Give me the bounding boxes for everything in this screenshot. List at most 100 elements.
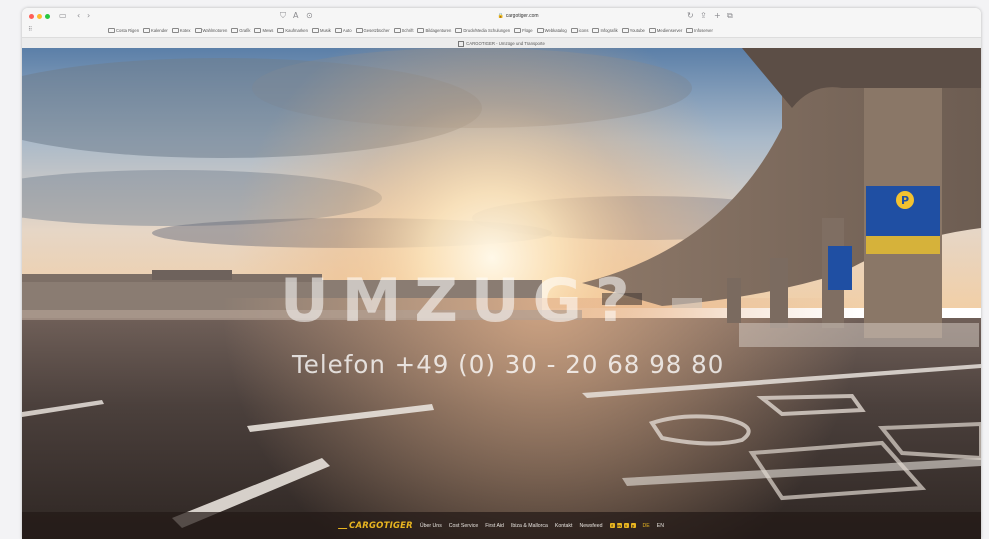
bookmark-label: icons bbox=[578, 28, 589, 33]
nav-item[interactable]: Newsfeed bbox=[579, 523, 602, 529]
bookmark-label: Auto bbox=[342, 28, 352, 33]
back-icon[interactable]: ‹ bbox=[77, 11, 80, 21]
address-bar[interactable]: 🔒 cargotiger.com bbox=[468, 11, 568, 21]
folder-icon bbox=[108, 28, 115, 33]
bookmark-label: Wahlmotoren bbox=[202, 28, 228, 33]
bookmark-item[interactable]: Infografik bbox=[592, 28, 618, 33]
bookmark-label: Grafik bbox=[239, 28, 251, 33]
bookmark-item[interactable]: Auto bbox=[334, 28, 352, 33]
bookmark-item[interactable]: Flüge bbox=[514, 28, 533, 33]
bookmark-label: Kaufmarken bbox=[285, 28, 308, 33]
bookmark-label: Musik bbox=[319, 28, 331, 33]
nav-item[interactable]: First Aid bbox=[485, 523, 504, 529]
new-tab-icon[interactable]: + bbox=[714, 11, 721, 21]
url-text: cargotiger.com bbox=[505, 13, 539, 19]
nav-item[interactable]: Cost Service bbox=[449, 523, 478, 529]
bookmark-item[interactable]: Grafik bbox=[231, 28, 250, 33]
folder-icon bbox=[277, 28, 285, 33]
grid-icon[interactable]: ⠿ bbox=[28, 25, 32, 35]
forward-icon[interactable]: › bbox=[87, 11, 90, 21]
nav-item[interactable]: Ibiza & Mallorca bbox=[511, 523, 548, 529]
folder-icon bbox=[355, 28, 363, 33]
page-content: P UMZUG? Telefon +49 (0) 30 - 20 68 98 8… bbox=[22, 48, 981, 539]
folder-icon bbox=[311, 28, 319, 33]
nav-item[interactable]: Über Uns bbox=[420, 523, 442, 529]
bookmark-item[interactable]: Medienserver bbox=[648, 28, 683, 33]
favicon-icon bbox=[458, 40, 465, 47]
bookmark-label: Webkatalog bbox=[544, 28, 567, 33]
bookmark-label: Flüge bbox=[522, 28, 533, 33]
bookmark-label: Costa Rigen bbox=[116, 28, 140, 33]
folder-icon bbox=[686, 28, 694, 33]
site-footer: CARGOTIGER Über Uns Cost Service First A… bbox=[22, 512, 981, 539]
hero-phone[interactable]: Telefon +49 (0) 30 - 20 68 98 80 bbox=[292, 351, 724, 379]
bookmark-item[interactable]: Youtube bbox=[621, 28, 645, 33]
bookmark-label: Druck/Media Schulungen bbox=[463, 28, 511, 33]
folder-icon bbox=[536, 28, 544, 33]
browser-toolbar: ▭ ‹ › ⛉ A ⊙ 🔒 cargotiger.com ↻ ⇪ + ⧉ bbox=[22, 8, 981, 24]
folder-icon bbox=[592, 28, 600, 33]
bookmarks-bar: ⠿ Costa Rigen Kalender Kotex Wahlmotoren Gra… bbox=[22, 24, 981, 37]
browser-window: ▭ ‹ › ⛉ A ⊙ 🔒 cargotiger.com ↻ ⇪ + ⧉ ⠿ C… bbox=[22, 8, 981, 539]
bookmark-item[interactable]: Kotex bbox=[171, 28, 191, 33]
folder-icon bbox=[143, 28, 151, 33]
folder-icon bbox=[254, 28, 262, 33]
sidebar-icon[interactable]: ▭ bbox=[59, 11, 67, 21]
tiger-logo-icon bbox=[337, 522, 350, 529]
parking-sign-label: P bbox=[901, 194, 909, 207]
bookmark-item[interactable]: Schrift bbox=[393, 28, 413, 33]
hero-title: UMZUG? bbox=[280, 266, 643, 336]
folder-icon bbox=[334, 28, 342, 33]
bookmark-label: Kalender bbox=[151, 28, 168, 33]
nav-item[interactable]: Kontakt bbox=[555, 523, 573, 529]
window-controls bbox=[29, 14, 50, 19]
bookmark-item[interactable]: Bildagenturen bbox=[417, 28, 451, 33]
bookmark-item[interactable]: Costa Rigen bbox=[108, 28, 139, 33]
folder-icon bbox=[648, 28, 656, 33]
shield-icon[interactable]: ⛉ bbox=[280, 11, 286, 21]
youtube-icon[interactable]: y bbox=[630, 523, 636, 528]
social-links: f in t y bbox=[609, 523, 636, 528]
folder-icon bbox=[194, 28, 202, 33]
bookmark-label: Infoserver bbox=[694, 28, 713, 33]
folder-icon bbox=[171, 28, 179, 33]
tab-overview-icon[interactable]: ⧉ bbox=[727, 11, 733, 21]
minimize-window-button[interactable] bbox=[37, 14, 42, 19]
bookmark-item[interactable]: icons bbox=[570, 28, 589, 33]
language-de[interactable]: DE bbox=[643, 523, 650, 529]
bookmark-item[interactable]: Wahlmotoren bbox=[194, 28, 228, 33]
bookmark-label: Medienserver bbox=[656, 28, 683, 33]
bookmark-item[interactable]: Mews bbox=[254, 28, 273, 33]
bookmark-item[interactable]: Musik bbox=[311, 28, 331, 33]
bookmark-label: Kotex bbox=[179, 28, 191, 33]
active-tab[interactable]: CARGOTIGER - Umzüge und Transporte bbox=[458, 40, 545, 47]
close-window-button[interactable] bbox=[29, 14, 34, 19]
translate-icon[interactable]: A bbox=[293, 11, 298, 21]
folder-icon bbox=[455, 28, 463, 33]
bookmark-item[interactable]: Kaufmarken bbox=[277, 28, 308, 33]
linkedin-icon[interactable]: in bbox=[616, 523, 622, 528]
folder-icon bbox=[393, 28, 401, 33]
folder-icon bbox=[417, 28, 425, 33]
share-icon[interactable]: ⇪ bbox=[700, 11, 707, 21]
reload-icon[interactable]: ↻ bbox=[687, 11, 694, 21]
folder-icon bbox=[231, 28, 239, 33]
bookmark-item[interactable]: Kalender bbox=[143, 28, 168, 33]
lock-icon: 🔒 bbox=[497, 13, 504, 19]
bookmark-item[interactable]: Gesetzbücher bbox=[355, 28, 390, 33]
facebook-icon[interactable]: f bbox=[609, 523, 615, 528]
folder-icon bbox=[570, 28, 578, 33]
bookmark-item[interactable]: Infoserver bbox=[686, 28, 713, 33]
folder-icon bbox=[514, 28, 522, 33]
language-en[interactable]: EN bbox=[657, 523, 664, 529]
folder-icon bbox=[621, 28, 629, 33]
bookmark-item[interactable]: Druck/Media Schulungen bbox=[455, 28, 510, 33]
twitter-icon[interactable]: t bbox=[623, 523, 629, 528]
bookmark-item[interactable]: Webkatalog bbox=[536, 28, 567, 33]
bookmark-label: Gesetzbücher bbox=[363, 28, 390, 33]
bookmark-label: Youtube bbox=[629, 28, 645, 33]
extensions-icon[interactable]: ⊙ bbox=[306, 11, 313, 21]
tab-title: CARGOTIGER - Umzüge und Transporte bbox=[466, 41, 545, 46]
zoom-window-button[interactable] bbox=[45, 14, 50, 19]
cargotiger-logo[interactable]: CARGOTIGER bbox=[337, 521, 413, 531]
